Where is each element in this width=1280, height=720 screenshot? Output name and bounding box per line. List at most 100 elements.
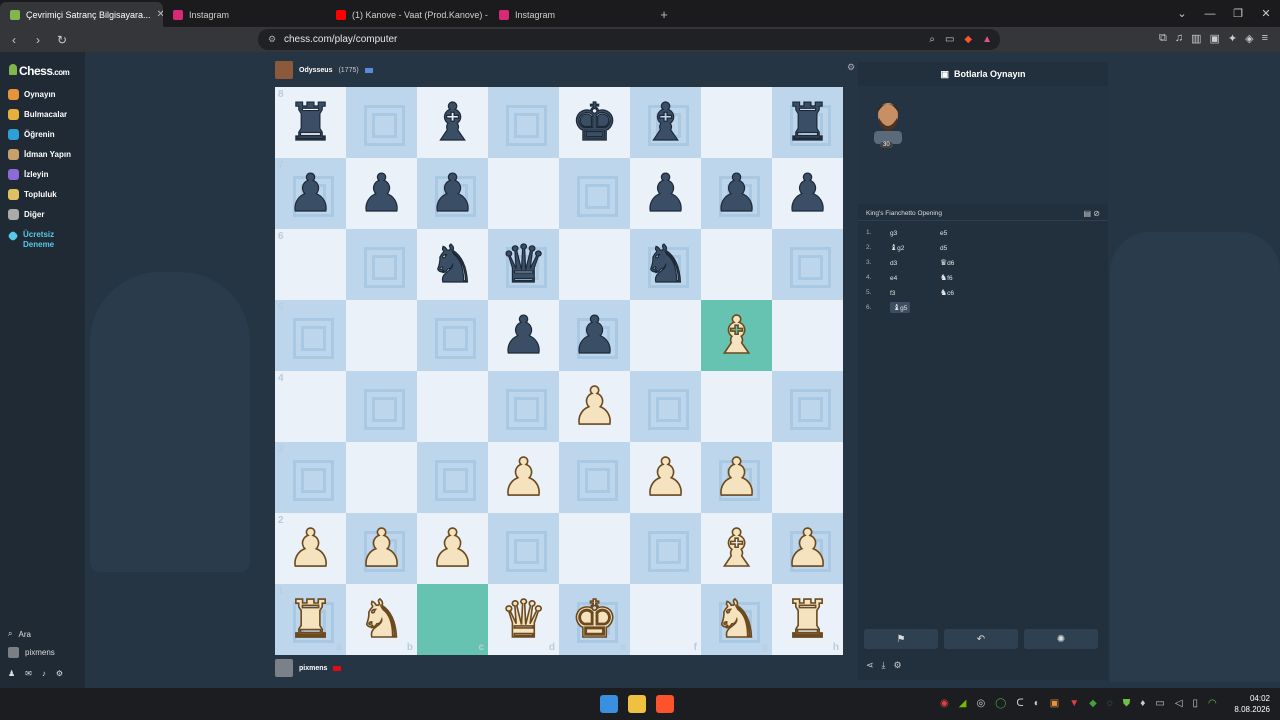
white-pawn-piece[interactable]: ♟ [286, 522, 334, 576]
browser-tab[interactable]: Instagram [489, 2, 652, 27]
sidebar-item[interactable]: Oynayın [8, 89, 56, 100]
board-square[interactable]: ♟ [701, 442, 772, 513]
black-pawn-piece[interactable]: ♟ [642, 167, 690, 220]
board-square[interactable] [559, 158, 630, 229]
volume-icon[interactable]: ◁ [1175, 698, 1183, 709]
black-queen-piece[interactable]: ♛ [500, 238, 548, 291]
vpn-icon[interactable]: ◈ [1245, 32, 1253, 45]
board-square[interactable] [772, 442, 843, 513]
sidebar-item[interactable]: Topluluk [8, 189, 57, 200]
sidebar-item[interactable]: Diğer [8, 209, 44, 220]
board-square[interactable]: ♟ [417, 513, 488, 584]
board-settings-icon[interactable]: ⚙ [847, 62, 855, 73]
back-icon[interactable]: ‹ [4, 33, 24, 47]
white-pawn-piece[interactable]: ♟ [499, 451, 547, 505]
white-move[interactable]: e4 [890, 273, 897, 282]
new-tab-button[interactable]: + [652, 2, 676, 27]
board-square[interactable]: ♟ [772, 158, 843, 229]
media-icon[interactable]: ♫ [1175, 32, 1183, 45]
player-name[interactable]: pixmens [299, 665, 327, 672]
board-square[interactable]: ♞ [417, 229, 488, 300]
network-icon[interactable]: ▭ [1155, 698, 1164, 709]
board-square[interactable] [488, 371, 559, 442]
chesscom-logo[interactable]: Chess.com [9, 64, 70, 78]
black-pawn-piece[interactable]: ♟ [571, 309, 619, 362]
board-square[interactable]: ♟ [488, 442, 559, 513]
board-square[interactable]: ♝ [630, 87, 701, 158]
book-icon[interactable]: ▤ [1084, 209, 1092, 218]
board-square[interactable]: ♟ [559, 300, 630, 371]
board-square[interactable]: 4 [275, 371, 346, 442]
system-clock[interactable]: 04:02 8.08.2026 [1234, 693, 1270, 715]
black-move[interactable]: e5 [940, 228, 947, 237]
sidebar-item[interactable]: Bulmacalar [8, 109, 67, 120]
black-move[interactable]: ♞f6 [940, 273, 953, 282]
white-pawn-piece[interactable]: ♟ [357, 522, 405, 576]
board-square[interactable] [559, 229, 630, 300]
black-pawn-piece[interactable]: ♟ [358, 167, 406, 220]
white-bishop-piece[interactable]: ♝ [712, 309, 760, 363]
black-pawn-piece[interactable]: ♟ [784, 167, 832, 220]
board-square[interactable] [701, 229, 772, 300]
forward-icon[interactable]: › [28, 33, 48, 47]
black-rook-piece[interactable]: ♜ [287, 96, 335, 149]
tab-search-icon[interactable]: ⌄ [1168, 0, 1196, 27]
board-square[interactable]: f [630, 584, 701, 655]
board-square[interactable] [630, 513, 701, 584]
brave-shield-icon[interactable]: ◆ [964, 34, 972, 45]
board-square[interactable]: ♟ [488, 300, 559, 371]
minimize-icon[interactable]: — [1196, 0, 1224, 27]
board-square[interactable] [701, 371, 772, 442]
battery-icon[interactable]: ▯ [1193, 698, 1199, 709]
address-bar[interactable]: ⚙ chess.com/play/computer ⌕ ▭ ◆ ▲ [258, 29, 1000, 50]
board-square[interactable]: ♟ [346, 158, 417, 229]
board-square[interactable]: 3 [275, 442, 346, 513]
tray-app-icon[interactable]: ◯ [995, 698, 1006, 709]
sidebar-toggle-icon[interactable]: ▥ [1191, 32, 1201, 45]
white-pawn-piece[interactable]: ♟ [570, 380, 618, 434]
site-info-icon[interactable]: ⚙ [268, 34, 276, 45]
black-bishop-piece[interactable]: ♝ [429, 96, 477, 149]
board-square[interactable]: ♝ [701, 513, 772, 584]
white-knight-piece[interactable]: ♞ [712, 593, 760, 647]
chess-board[interactable]: ♜ 8 ♝ ♚ ♝ ♜ ♟ 7 ♟ ♟ ♟ ♟ ♟ 6 ♞ ♛ ♞ 5 ♟ ♟ ♝ 4 ♟ 3 ♟ ♟ ♟ ♟ 2 ♟ ♟ ♝ ♟ ♜ 1 a ♞ b c ♛… [275, 87, 843, 655]
black-move[interactable]: ♞c6 [940, 288, 954, 297]
black-pawn-piece[interactable]: ♟ [500, 309, 548, 362]
board-square[interactable] [701, 87, 772, 158]
white-queen-piece[interactable]: ♛ [499, 593, 547, 647]
browser-tab[interactable]: Instagram [163, 2, 326, 27]
board-square[interactable]: ♟ [417, 158, 488, 229]
white-move[interactable]: ♝g5 [890, 302, 911, 313]
board-square[interactable]: ♟ [772, 513, 843, 584]
board-square[interactable] [559, 442, 630, 513]
board-square[interactable]: ♞ [630, 229, 701, 300]
board-square[interactable] [417, 371, 488, 442]
board-square[interactable]: ♟ [701, 158, 772, 229]
sidebar-item[interactable]: İzleyin [8, 169, 48, 180]
white-knight-piece[interactable]: ♞ [357, 593, 405, 647]
board-square[interactable]: ♞ g [701, 584, 772, 655]
brave-rewards-icon[interactable]: ▲ [982, 34, 992, 45]
sidebar-search[interactable]: ⌕ Ara [8, 629, 31, 639]
board-square[interactable] [772, 229, 843, 300]
player-avatar[interactable] [275, 659, 293, 677]
board-square[interactable]: ♛ d [488, 584, 559, 655]
tray-steam-icon[interactable]: ◎ [976, 698, 985, 709]
board-square[interactable]: ♞ b [346, 584, 417, 655]
board-square[interactable] [417, 442, 488, 513]
black-knight-piece[interactable]: ♞ [642, 238, 690, 291]
hint-button[interactable]: ✺ [1024, 629, 1098, 649]
tray-app-icon[interactable]: ᑕ [1016, 698, 1023, 709]
tray-nvidia-icon[interactable]: ◢ [959, 698, 967, 709]
black-move[interactable]: ♛d6 [940, 258, 954, 267]
extensions-icon[interactable]: ⧉ [1159, 32, 1167, 45]
sidebar-item[interactable]: Öğrenin [8, 129, 55, 140]
board-square[interactable]: ♚ e [559, 584, 630, 655]
black-move[interactable]: d5 [940, 243, 947, 252]
white-bishop-piece[interactable]: ♝ [712, 522, 760, 576]
board-square[interactable] [772, 300, 843, 371]
board-square[interactable] [417, 300, 488, 371]
board-square[interactable] [488, 87, 559, 158]
white-king-piece[interactable]: ♚ [570, 593, 618, 647]
board-square[interactable] [630, 371, 701, 442]
